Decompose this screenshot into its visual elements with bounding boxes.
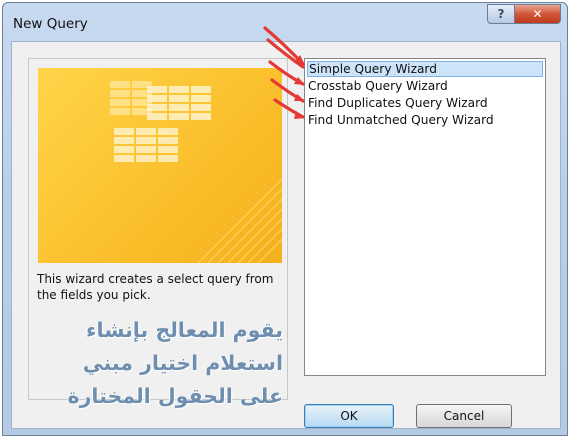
dialog-body: This wizard creates a select query from … bbox=[11, 41, 561, 429]
close-icon: ✕ bbox=[532, 7, 543, 21]
dialog-title: New Query bbox=[13, 16, 88, 32]
cancel-button-label: Cancel bbox=[443, 409, 485, 423]
wizard-illustration bbox=[38, 68, 282, 263]
ok-button-label: OK bbox=[340, 409, 358, 423]
query-grid-icon bbox=[110, 81, 282, 263]
ok-button[interactable]: OK bbox=[304, 404, 394, 428]
query-type-list[interactable]: Simple Query Wizard Crosstab Query Wizar… bbox=[304, 58, 546, 376]
list-item-find-unmatched-query-wizard[interactable]: Find Unmatched Query Wizard bbox=[307, 112, 543, 128]
arabic-annotation-line: استعلام اختيار مبني bbox=[82, 351, 283, 375]
help-button[interactable]: ? bbox=[487, 4, 515, 24]
title-bar-buttons: ? ✕ bbox=[487, 4, 561, 24]
arabic-annotation: يقوم المعالج بإنشاء استعلام اختيار مبني … bbox=[48, 314, 284, 413]
close-button[interactable]: ✕ bbox=[515, 4, 561, 24]
arabic-annotation-line: يقوم المعالج بإنشاء bbox=[86, 318, 283, 342]
title-bar: New Query ? ✕ bbox=[3, 3, 567, 41]
cancel-button[interactable]: Cancel bbox=[416, 404, 512, 428]
wizard-description: This wizard creates a select query from … bbox=[37, 272, 274, 302]
help-icon: ? bbox=[497, 7, 505, 21]
list-item-simple-query-wizard[interactable]: Simple Query Wizard bbox=[307, 61, 543, 77]
arabic-annotation-line: على الحقول المختارة bbox=[67, 384, 284, 408]
list-item-crosstab-query-wizard[interactable]: Crosstab Query Wizard bbox=[307, 78, 543, 94]
list-item-find-duplicates-query-wizard[interactable]: Find Duplicates Query Wizard bbox=[307, 95, 543, 111]
new-query-dialog: New Query ? ✕ This wizard creates a sele… bbox=[2, 2, 568, 436]
